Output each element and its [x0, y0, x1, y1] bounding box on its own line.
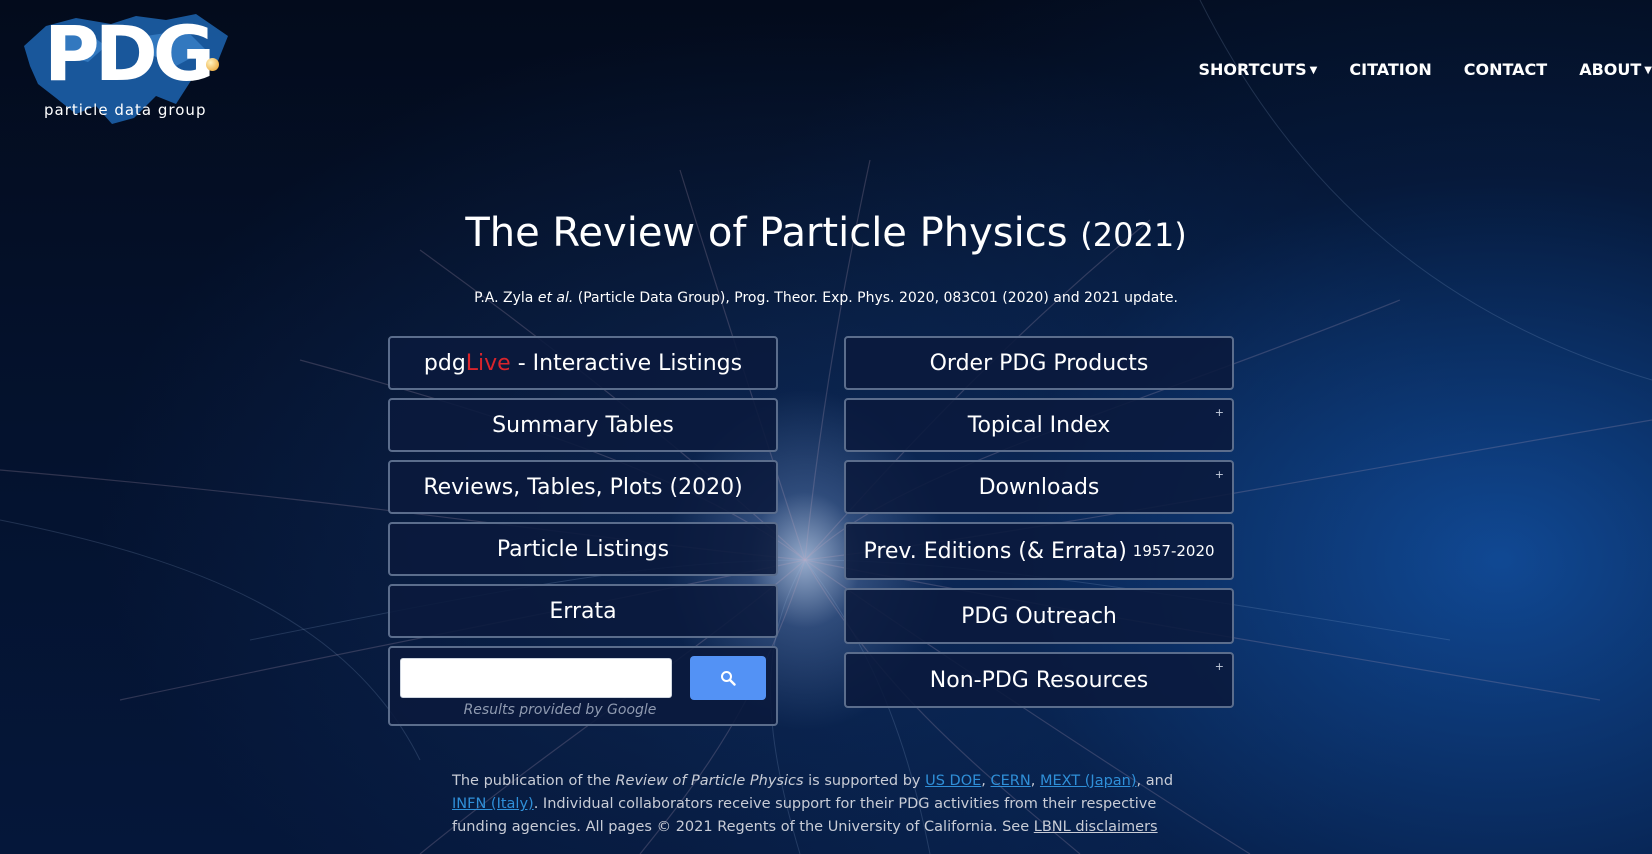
- nav-contact[interactable]: CONTACT: [1464, 60, 1547, 79]
- topical-index-label: Topical Index: [967, 412, 1111, 438]
- expand-icon[interactable]: +: [1215, 660, 1224, 673]
- page-title: The Review of Particle Physics (2021): [0, 210, 1652, 256]
- right-button-column: Order PDG Products Topical Index + Downl…: [844, 336, 1234, 716]
- summary-tables-button[interactable]: Summary Tables: [388, 398, 778, 452]
- footer-p2: is supported by: [803, 773, 926, 789]
- background-particle-tracks: [0, 0, 1652, 854]
- search-panel: Results provided by Google: [388, 646, 778, 726]
- link-infn[interactable]: INFN (Italy): [452, 796, 534, 812]
- nav-citation-label: CITATION: [1349, 60, 1432, 79]
- search-icon: [721, 671, 736, 686]
- expand-icon[interactable]: +: [1215, 468, 1224, 481]
- left-button-column: pdg Live - Interactive Listings Summary T…: [388, 336, 778, 726]
- page-title-year: (2021): [1080, 216, 1187, 254]
- pdglive-button[interactable]: pdg Live - Interactive Listings: [388, 336, 778, 390]
- nav-contact-label: CONTACT: [1463, 60, 1548, 79]
- logo-subtitle: particle data group: [44, 101, 207, 119]
- citation-authors: P.A. Zyla: [474, 290, 534, 306]
- pdglive-accent: Live: [465, 350, 511, 376]
- page-title-main: The Review of Particle Physics: [465, 210, 1068, 256]
- outreach-label: PDG Outreach: [961, 603, 1117, 629]
- search-attribution: Results provided by Google: [463, 702, 657, 718]
- prev-editions-years: 1957-2020: [1132, 542, 1215, 560]
- footer-text: The publication of the Review of Particl…: [452, 770, 1192, 839]
- nav-about-label: ABOUT: [1579, 60, 1642, 79]
- footer-p1: The publication of the: [452, 773, 616, 789]
- expand-icon[interactable]: +: [1215, 406, 1224, 419]
- footer-p3: , and: [1136, 773, 1174, 789]
- footer-sep1: ,: [981, 773, 991, 789]
- pdglive-suffix: - Interactive Listings: [510, 350, 743, 376]
- caret-down-icon: ▼: [1644, 65, 1652, 76]
- search-input[interactable]: [400, 658, 672, 698]
- nav-shortcuts[interactable]: SHORTCUTS ▼: [1198, 60, 1317, 79]
- pdglive-prefix: pdg: [423, 350, 466, 376]
- non-pdg-resources-button[interactable]: Non-PDG Resources +: [844, 652, 1234, 708]
- nav-citation[interactable]: CITATION: [1349, 60, 1431, 79]
- topical-index-button[interactable]: Topical Index +: [844, 398, 1234, 452]
- nav-shortcuts-label: SHORTCUTS: [1198, 60, 1307, 79]
- outreach-button[interactable]: PDG Outreach: [844, 588, 1234, 644]
- citation-et-al: et al.: [537, 290, 574, 306]
- footer-rpp: Review of Particle Physics: [615, 773, 804, 789]
- link-us-doe[interactable]: US DOE: [925, 773, 981, 789]
- footer-sep2: ,: [1030, 773, 1040, 789]
- order-products-label: Order PDG Products: [929, 350, 1149, 376]
- downloads-label: Downloads: [978, 474, 1100, 500]
- prev-editions-button[interactable]: Prev. Editions (& Errata) 1957-2020: [844, 522, 1234, 580]
- particle-listings-label: Particle Listings: [496, 536, 670, 562]
- top-nav: SHORTCUTS ▼ CITATION CONTACT ABOUT ▼: [1166, 60, 1652, 79]
- errata-label: Errata: [549, 598, 617, 624]
- non-pdg-resources-label: Non-PDG Resources: [929, 667, 1149, 693]
- citation-rest: (Particle Data Group), Prog. Theor. Exp.…: [577, 290, 1178, 306]
- caret-down-icon: ▼: [1309, 65, 1318, 76]
- particle-listings-button[interactable]: Particle Listings: [388, 522, 778, 576]
- logo-orb-icon: [206, 58, 219, 71]
- link-cern[interactable]: CERN: [991, 773, 1031, 789]
- summary-tables-label: Summary Tables: [492, 412, 674, 438]
- citation-line: P.A. Zyla et al. (Particle Data Group), …: [0, 290, 1652, 306]
- order-products-button[interactable]: Order PDG Products: [844, 336, 1234, 390]
- downloads-button[interactable]: Downloads +: [844, 460, 1234, 514]
- pdg-logo[interactable]: PDG particle data group: [16, 6, 236, 134]
- link-mext[interactable]: MEXT (Japan): [1040, 773, 1137, 789]
- nav-about[interactable]: ABOUT ▼: [1579, 60, 1652, 79]
- reviews-button[interactable]: Reviews, Tables, Plots (2020): [388, 460, 778, 514]
- reviews-label: Reviews, Tables, Plots (2020): [423, 474, 743, 500]
- search-button[interactable]: [690, 656, 766, 700]
- logo-wordmark: PDG: [44, 9, 215, 98]
- link-lbnl-disclaimers[interactable]: LBNL disclaimers: [1034, 819, 1158, 835]
- errata-button[interactable]: Errata: [388, 584, 778, 638]
- prev-editions-label: Prev. Editions (& Errata): [863, 538, 1127, 564]
